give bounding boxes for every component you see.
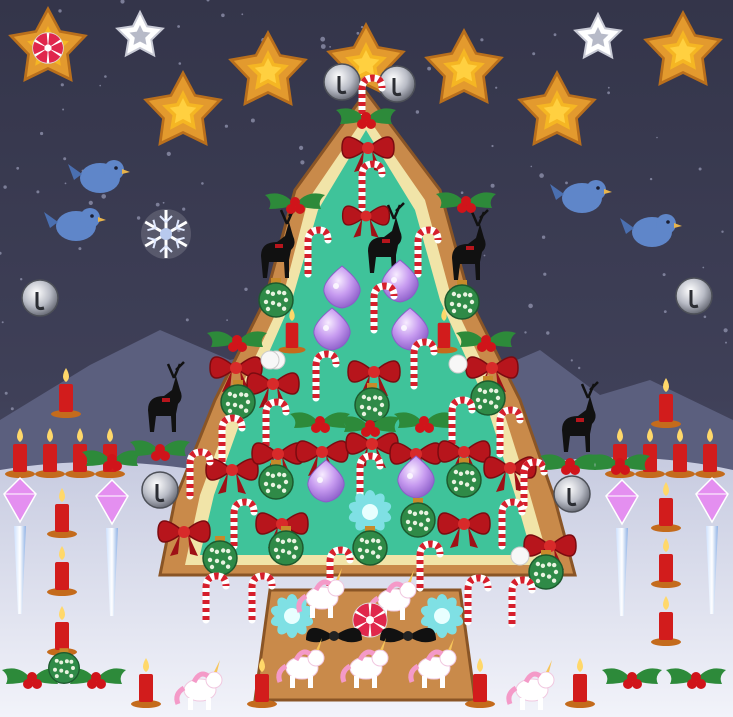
star-ornament-tile[interactable] [517, 70, 597, 146]
snowflake-tile[interactable] [141, 209, 191, 259]
silver-bell-tile[interactable] [323, 63, 361, 101]
star-ornament-tile[interactable] [424, 28, 504, 104]
white-pearl-tile[interactable] [510, 546, 530, 566]
white-star-tile[interactable] [115, 9, 165, 58]
white-pearl-tile[interactable] [260, 350, 280, 370]
silver-bell-tile[interactable] [675, 277, 713, 315]
blue-bird-tile[interactable] [620, 214, 682, 247]
star-ornament-tile[interactable] [228, 30, 308, 106]
silver-bell-tile[interactable] [553, 475, 591, 513]
white-pearl-tile[interactable] [448, 354, 468, 374]
blue-bird-tile[interactable] [550, 180, 612, 213]
white-star-tile[interactable] [573, 11, 623, 60]
blue-bird-tile[interactable] [44, 208, 106, 241]
scene-art [0, 0, 733, 717]
silver-bell-tile[interactable] [141, 471, 179, 509]
blue-bird-tile[interactable] [68, 160, 130, 193]
star-ornament-tile[interactable] [143, 70, 223, 146]
silver-bell-tile[interactable] [21, 279, 59, 317]
game-board [0, 0, 733, 717]
star-ornament-tile[interactable] [643, 10, 723, 86]
peppermint-candy-tile[interactable] [32, 32, 64, 64]
reindeer-tile[interactable] [452, 209, 489, 280]
